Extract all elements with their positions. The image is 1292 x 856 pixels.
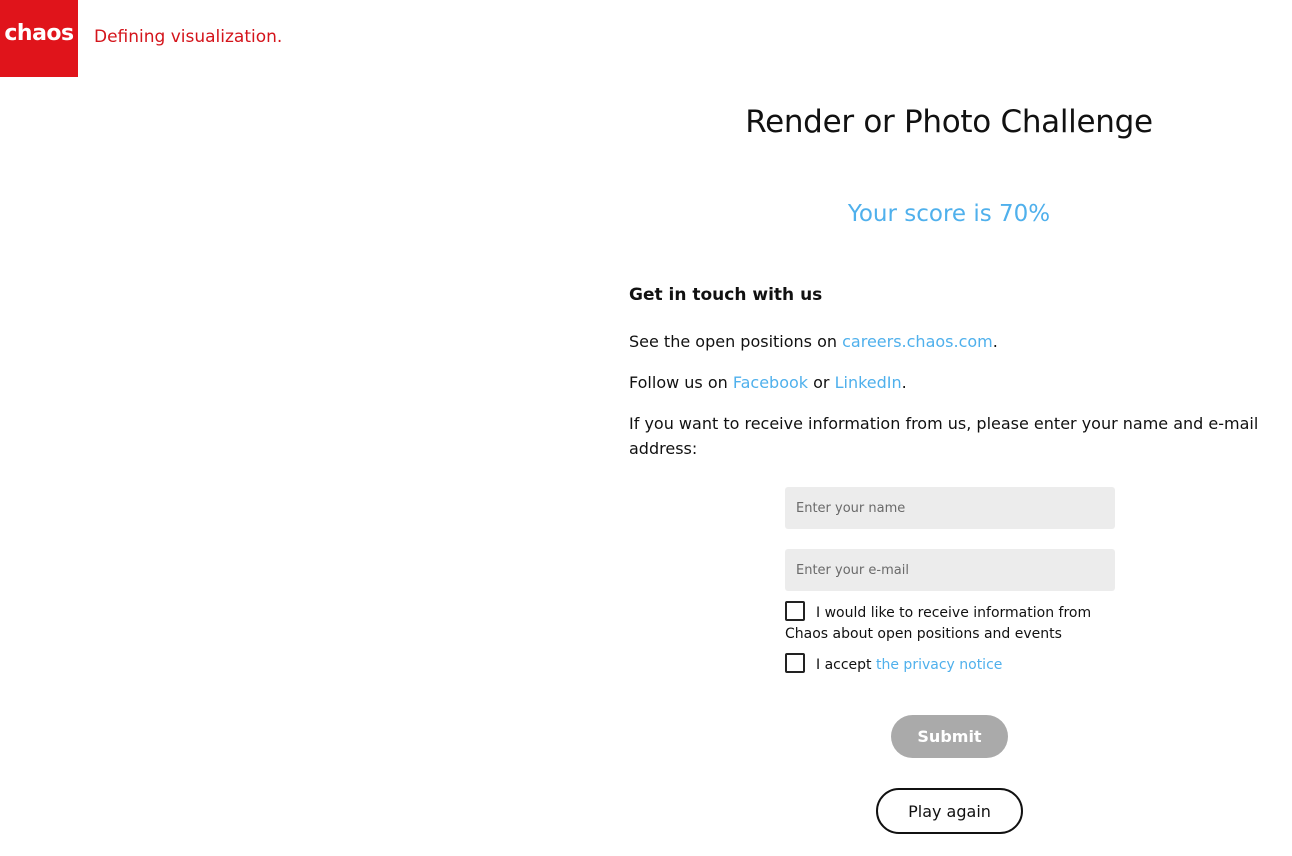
page: chaos Defining visualization. Render or … (0, 0, 1292, 856)
linkedin-link[interactable]: LinkedIn (835, 373, 902, 392)
email-input[interactable] (785, 549, 1115, 591)
privacy-checkbox[interactable] (785, 653, 805, 673)
logo-text: chaos (4, 21, 74, 46)
open-positions-text: See the open positions on careers.chaos.… (629, 329, 1269, 354)
facebook-link[interactable]: Facebook (733, 373, 808, 392)
contact-heading: Get in touch with us (629, 285, 823, 305)
submit-button[interactable]: Submit (891, 715, 1008, 758)
privacy-prefix: I accept (816, 657, 876, 673)
follow-suffix: . (901, 373, 907, 392)
play-again-button[interactable]: Play again (876, 788, 1023, 834)
name-input[interactable] (785, 487, 1115, 529)
info-text: If you want to receive information from … (629, 414, 1259, 458)
tagline: Defining visualization. (94, 27, 283, 47)
page-title: Render or Photo Challenge (745, 104, 1153, 140)
privacy-notice-link[interactable]: the privacy notice (876, 657, 1002, 673)
open-positions-suffix: . (992, 332, 998, 351)
privacy-row: I accept the privacy notice (785, 653, 1115, 676)
follow-prefix: Follow us on (629, 373, 733, 392)
opt-in-row: I would like to receive information from… (785, 601, 1115, 645)
opt-in-checkbox[interactable] (785, 601, 805, 621)
chaos-logo[interactable]: chaos (0, 0, 78, 77)
follow-or: or (808, 373, 835, 392)
follow-us-text: Follow us on Facebook or LinkedIn. (629, 370, 1269, 395)
score-text: Your score is 70% (847, 201, 1051, 227)
open-positions-prefix: See the open positions on (629, 332, 843, 351)
opt-in-label: I would like to receive information from… (785, 605, 1092, 642)
careers-link[interactable]: careers.chaos.com (842, 332, 993, 351)
